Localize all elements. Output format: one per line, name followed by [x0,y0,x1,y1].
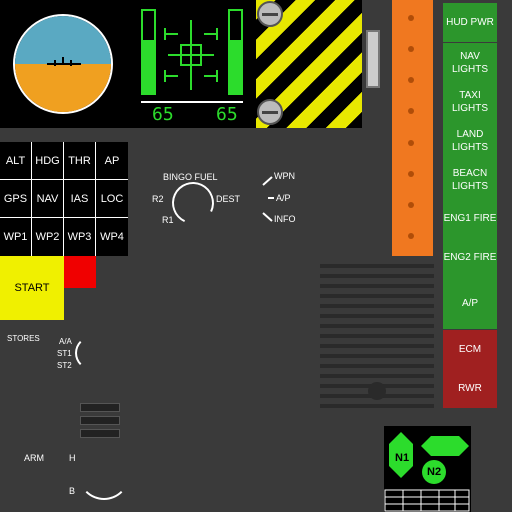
autopilot-label: A/P [461,297,479,309]
key-alt[interactable]: ALT [0,142,32,180]
arm-b-label: B [69,486,76,496]
rivet-icon [408,140,414,146]
beacon-lights-button[interactable]: BEACN LIGHTS [443,160,497,199]
vent-grille [320,264,434,410]
stores-st1-label: ST1 [57,349,72,358]
flight-path-reticle-icon [141,20,243,103]
stores-knob[interactable] [75,336,109,370]
bingo-fuel-r2-label: R2 [152,194,164,204]
key-hdg[interactable]: HDG [32,142,64,180]
landing-lights-button[interactable]: LAND LIGHTS [443,121,497,160]
arm-h-label: H [69,453,76,463]
arm-knob[interactable] [78,448,130,500]
ecm-button[interactable]: ECM [443,330,497,369]
grille-line [320,324,434,328]
rivet-icon [408,77,414,83]
rivet-icon [408,46,414,52]
mode-info-label[interactable]: INFO [274,214,296,224]
key-wp2[interactable]: WP2 [32,218,64,256]
n1-label: N1 [395,452,410,464]
start-button[interactable]: START [0,256,64,320]
bingo-fuel-dest-label: DEST [216,194,241,204]
beacon-lights-label: BEACN LIGHTS [451,167,489,192]
taxi-lights-button[interactable]: TAXI LIGHTS [443,82,497,121]
grille-line [320,404,434,408]
grille-line [320,364,434,368]
grille-line [320,374,434,378]
rivet-icon [408,171,414,177]
nav-lights-label: NAV LIGHTS [451,50,489,75]
grille-line [320,294,434,298]
bingo-fuel-r1-label: R1 [162,215,174,225]
mode-ap-label[interactable]: A/P [276,193,291,203]
hud-left-value: 65 [152,104,174,125]
rwr-label: RWR [458,383,482,394]
rivet-icon [408,108,414,114]
start-label: START [14,282,50,294]
hud-power-button[interactable]: HUD PWR [443,3,497,42]
key-thr[interactable]: THR [64,142,96,180]
function-keypad: ALT HDG THR AP GPS NAV IAS LOC WP1 WP2 W… [0,142,128,256]
rivet-icon [408,202,414,208]
engine2-fire-label: ENG2 FIRE [443,252,497,263]
grille-line [320,274,434,278]
screw-icon [257,99,283,125]
hud-right-value: 65 [216,104,238,125]
grille-line [320,304,434,308]
engine2-fire-button[interactable]: ENG2 FIRE [443,238,497,277]
hud-power-label: HUD PWR [446,17,494,28]
screw-icon [257,1,283,27]
bingo-fuel-title: BINGO FUEL [163,172,218,182]
hud-display: 65 65 [128,0,256,128]
key-gps[interactable]: GPS [0,180,32,218]
grille-line [320,344,434,348]
key-wp3[interactable]: WP3 [64,218,96,256]
mode-wpn-label[interactable]: WPN [274,171,295,181]
attitude-indicator-panel [0,0,128,128]
stores-aa-label: A/A [59,337,72,346]
attitude-indicator [13,14,113,114]
bingo-fuel-knob[interactable] [166,176,220,230]
arm-title: ARM [24,453,44,463]
taxi-lights-label: TAXI LIGHTS [451,89,489,114]
key-wp1[interactable]: WP1 [0,218,32,256]
autopilot-button[interactable]: A/P [443,277,497,329]
grille-screw-icon [368,382,386,400]
vent-slot [80,403,120,412]
vent-slot [80,429,120,438]
grille-line [320,354,434,358]
panel-latch-handle[interactable] [366,30,380,88]
rwr-button[interactable]: RWR [443,369,497,408]
key-ap[interactable]: AP [96,142,128,180]
key-wp4[interactable]: WP4 [96,218,128,256]
stores-title: STORES [7,334,40,343]
warning-light [64,256,96,288]
aircraft-symbol-icon [47,57,81,66]
engine1-fire-button[interactable]: ENG1 FIRE [443,199,497,238]
key-loc[interactable]: LOC [96,180,128,218]
n2-label: N2 [427,466,442,478]
ecm-label: ECM [458,344,482,355]
grille-line [320,284,434,288]
nav-lights-button[interactable]: NAV LIGHTS [443,43,497,82]
vent-slot [80,416,120,425]
engine1-fire-label: ENG1 FIRE [443,213,497,224]
engine-status-display: N1 N2 [384,426,471,512]
rivet-icon [408,233,414,239]
stores-st2-label: ST2 [57,361,72,370]
key-nav[interactable]: NAV [32,180,64,218]
hazard-stripe-panel [256,0,362,128]
rivet-icon [408,15,414,21]
grille-line [320,334,434,338]
orange-panel-strip [392,0,433,256]
key-ias[interactable]: IAS [64,180,96,218]
grille-line [320,314,434,318]
grille-line [320,264,434,268]
landing-lights-label: LAND LIGHTS [451,128,489,153]
